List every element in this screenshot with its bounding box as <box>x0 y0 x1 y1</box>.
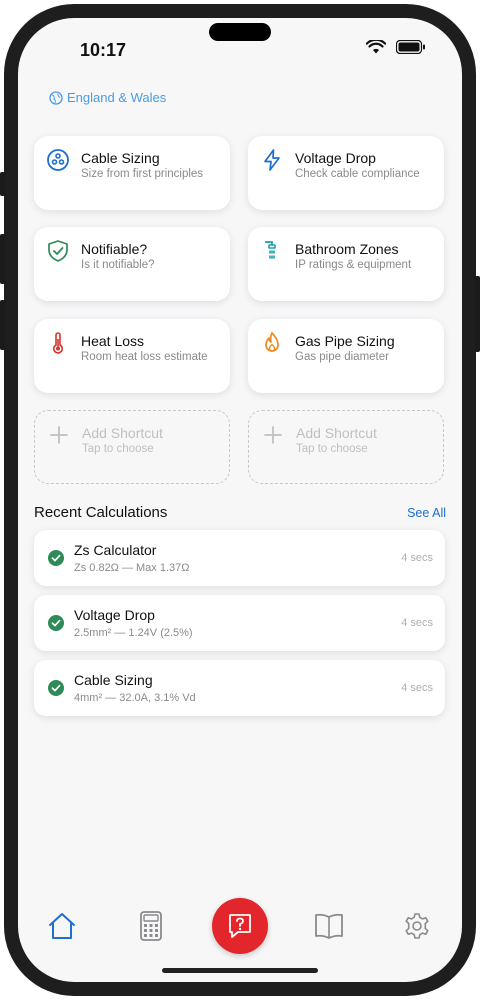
power-button <box>475 276 480 352</box>
volume-up-button <box>0 234 5 284</box>
add-shortcut-slot-2[interactable]: Add Shortcut Tap to choose <box>248 410 444 484</box>
recent-section-title: Recent Calculations <box>34 504 168 521</box>
card-title: Cable Sizing <box>81 150 160 166</box>
action-button <box>0 172 5 196</box>
tab-calculators[interactable] <box>129 906 173 946</box>
recent-item-detail: 4mm² — 32.0A, 3.1% Vd <box>74 692 196 704</box>
status-icons <box>366 40 426 54</box>
app-screen: 10:17 England & Wales Cable Sizing Size … <box>18 18 462 982</box>
wifi-icon <box>366 40 386 54</box>
recent-item-zs-calculator[interactable]: Zs Calculator Zs 0.82Ω — Max 1.37Ω 4 sec… <box>34 530 445 586</box>
battery-icon <box>396 40 425 54</box>
status-time: 10:17 <box>80 40 127 60</box>
tab-settings[interactable] <box>395 906 439 946</box>
recent-item-title: Zs Calculator <box>74 542 157 558</box>
check-circle-icon <box>48 550 64 566</box>
recent-item-time: 4 secs <box>401 682 433 694</box>
recent-item-time: 4 secs <box>401 552 433 564</box>
card-subtitle: IP ratings & equipment <box>295 259 412 271</box>
book-icon <box>315 913 343 939</box>
card-subtitle: Check cable compliance <box>295 168 420 180</box>
volume-down-button <box>0 300 5 350</box>
plus-icon <box>50 426 68 444</box>
status-bar: 10:17 <box>18 18 462 78</box>
card-title: Gas Pipe Sizing <box>295 333 395 349</box>
shortcut-bathroom-zones[interactable]: Bathroom Zones IP ratings & equipment <box>248 227 444 301</box>
recent-item-time: 4 secs <box>401 617 433 629</box>
globe-icon <box>49 90 63 105</box>
lightning-icon <box>264 149 280 171</box>
shortcut-gas-pipe-sizing[interactable]: Gas Pipe Sizing Gas pipe diameter <box>248 319 444 393</box>
card-subtitle: Tap to choose <box>82 443 154 455</box>
flame-icon <box>265 332 279 352</box>
calculator-icon <box>140 911 162 941</box>
region-label: England & Wales <box>67 90 167 105</box>
recent-item-cable-sizing[interactable]: Cable Sizing 4mm² — 32.0A, 3.1% Vd 4 sec… <box>34 660 445 716</box>
tab-home[interactable] <box>40 906 84 946</box>
recent-item-detail: Zs 0.82Ω — Max 1.37Ω <box>74 562 190 574</box>
see-all-link[interactable]: See All <box>407 506 446 520</box>
home-icon <box>49 913 75 939</box>
card-subtitle: Room heat loss estimate <box>81 351 208 363</box>
help-icon <box>229 914 251 938</box>
recent-item-detail: 2.5mm² — 1.24V (2.5%) <box>74 627 193 639</box>
card-subtitle: Size from first principles <box>81 168 204 180</box>
tab-reference[interactable] <box>307 906 351 946</box>
home-indicator <box>162 968 318 973</box>
check-circle-icon <box>48 680 64 696</box>
recent-item-title: Voltage Drop <box>74 607 155 623</box>
card-title: Heat Loss <box>81 333 145 349</box>
card-subtitle: Tap to choose <box>296 443 368 455</box>
card-title: Notifiable? <box>81 241 148 257</box>
card-subtitle: Is it notifiable? <box>81 259 155 271</box>
gear-icon <box>405 913 429 939</box>
region-selector[interactable]: England & Wales <box>49 90 166 105</box>
help-fab-button[interactable] <box>212 898 268 954</box>
card-title: Add Shortcut <box>82 425 163 441</box>
check-circle-icon <box>48 615 64 631</box>
thermometer-icon <box>53 332 63 354</box>
plus-icon <box>264 426 282 444</box>
cable-icon <box>47 149 69 171</box>
recent-item-title: Cable Sizing <box>74 672 153 688</box>
shortcut-voltage-drop[interactable]: Voltage Drop Check cable compliance <box>248 136 444 210</box>
shortcut-heat-loss[interactable]: Heat Loss Room heat loss estimate <box>34 319 230 393</box>
shortcut-notifiable[interactable]: Notifiable? Is it notifiable? <box>34 227 230 301</box>
card-title: Voltage Drop <box>295 150 376 166</box>
shield-check-icon <box>48 240 68 262</box>
shortcut-cable-sizing[interactable]: Cable Sizing Size from first principles <box>34 136 230 210</box>
dynamic-island <box>209 23 271 41</box>
card-title: Add Shortcut <box>296 425 377 441</box>
recent-item-voltage-drop[interactable]: Voltage Drop 2.5mm² — 1.24V (2.5%) 4 sec… <box>34 595 445 651</box>
card-subtitle: Gas pipe diameter <box>295 351 389 363</box>
card-title: Bathroom Zones <box>295 241 399 257</box>
add-shortcut-slot-1[interactable]: Add Shortcut Tap to choose <box>34 410 230 484</box>
shower-icon <box>265 241 276 259</box>
